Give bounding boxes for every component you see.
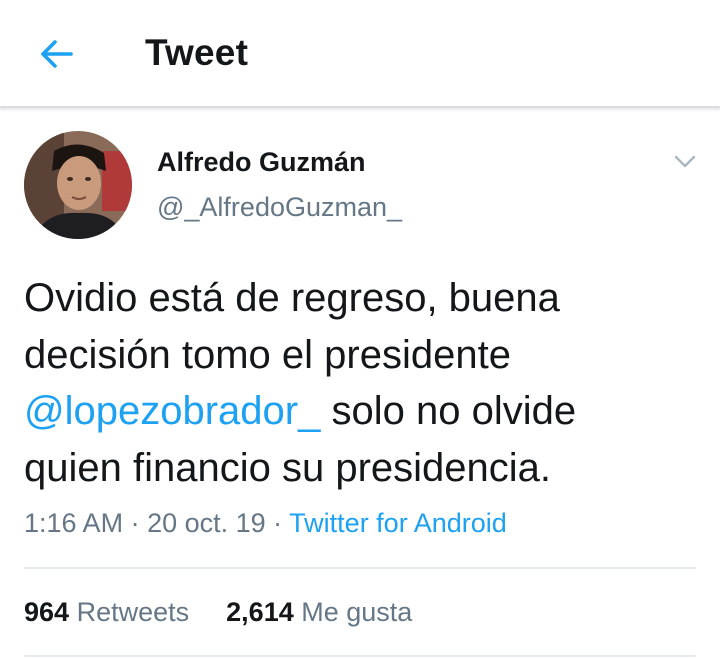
- chevron-down-icon: [674, 155, 696, 168]
- tweet-text-fragment: solo no olvide: [320, 389, 577, 433]
- retweets-stat[interactable]: 964 Retweets: [24, 597, 189, 627]
- profile-photo: [24, 131, 132, 239]
- author-name[interactable]: Alfredo Guzmán: [157, 147, 366, 178]
- avatar[interactable]: [24, 131, 132, 239]
- tweet-date: 20 oct. 19: [147, 508, 266, 538]
- tweet-text-line: Ovidio está de regreso, buena: [24, 276, 560, 320]
- back-button[interactable]: [30, 30, 82, 78]
- author-handle[interactable]: @_AlfredoGuzman_: [157, 192, 402, 223]
- source-link[interactable]: Twitter for Android: [289, 508, 507, 538]
- tweet-stats: 964 Retweets 2,614 Me gusta: [24, 597, 412, 628]
- divider: [24, 655, 696, 657]
- page-title: Tweet: [145, 32, 249, 73]
- top-app-bar: Tweet: [0, 0, 720, 108]
- arrow-left-icon: [41, 40, 73, 68]
- tweet-options-button[interactable]: [670, 148, 700, 176]
- mention-link[interactable]: @lopezobrador_: [24, 389, 320, 433]
- likes-count: 2,614: [226, 597, 294, 627]
- tweet-text-line: decisión tomo el presidente: [24, 332, 511, 377]
- tweet-text-line: @lopezobrador_ solo no olvide: [24, 383, 704, 440]
- tweet-text-line: quien financio su presidencia.: [24, 445, 552, 490]
- tweet-time: 1:16 AM: [24, 508, 124, 538]
- meta-separator: ·: [123, 508, 148, 538]
- likes-label: Me gusta: [293, 597, 413, 627]
- meta-separator: ·: [265, 508, 290, 538]
- likes-stat[interactable]: 2,614 Me gusta: [226, 597, 412, 627]
- divider: [24, 567, 696, 569]
- tweet-text: Ovidio está de regreso, buena decisión t…: [24, 270, 704, 496]
- tweet-metadata: 1:16 AM · 20 oct. 19 · Twitter for Andro…: [24, 508, 507, 539]
- retweets-count: 964: [24, 597, 70, 627]
- retweets-label: Retweets: [69, 597, 190, 627]
